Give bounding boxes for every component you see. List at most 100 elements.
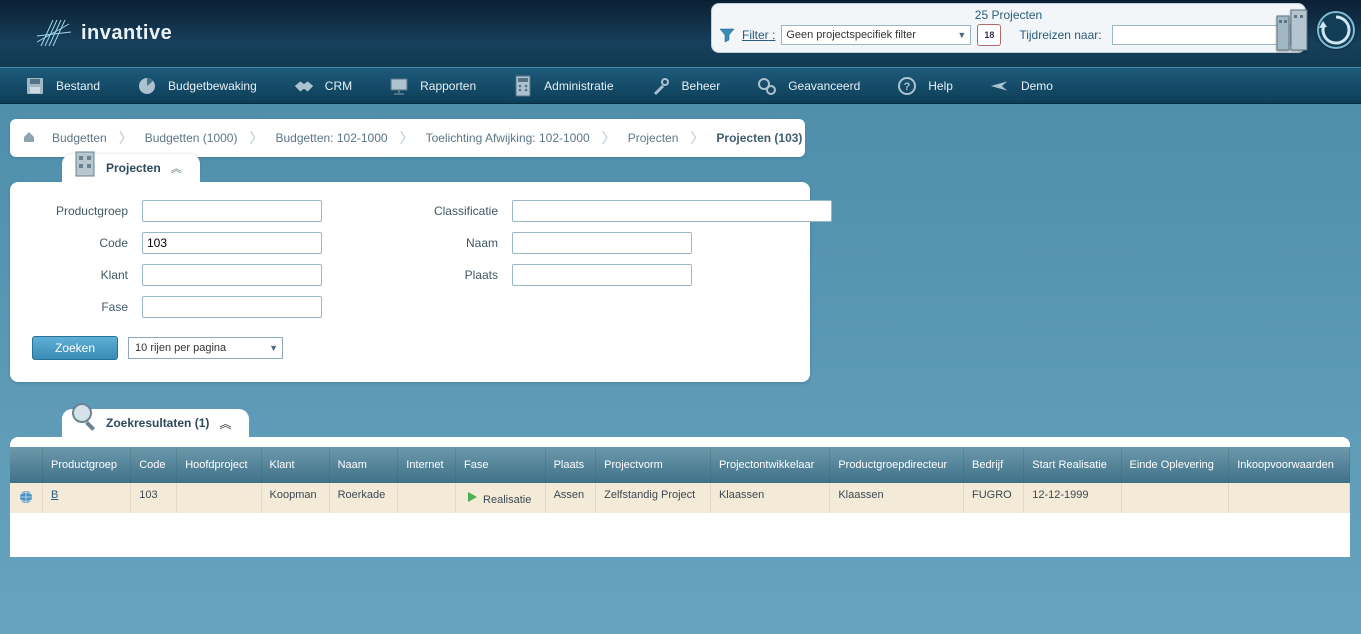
logo-text: invantive: [81, 22, 172, 45]
presentation-icon: [388, 75, 410, 97]
input-naam[interactable]: [512, 232, 692, 254]
chevron-right-icon: 〉: [117, 128, 135, 148]
results-table: Productgroep Code Hoofdproject Klant Naa…: [10, 447, 1350, 513]
nav-beheer[interactable]: Beheer: [632, 68, 739, 103]
main-nav: Bestand Budgetbewaking CRM Rapporten Adm…: [0, 67, 1361, 104]
play-icon: [464, 489, 480, 505]
cell-start-realisatie: 12-12-1999: [1024, 483, 1121, 513]
col-hoofdproject[interactable]: Hoofdproject: [177, 447, 261, 483]
save-icon: [24, 75, 46, 97]
table-row[interactable]: B 103 Koopman Roerkade Realisatie Assen …: [10, 483, 1350, 513]
filter-box: 25 Projecten Filter : Geen projectspecif…: [711, 3, 1306, 53]
nav-administratie[interactable]: Administratie: [494, 68, 631, 103]
col-internet[interactable]: Internet: [398, 447, 456, 483]
help-icon: ?: [896, 75, 918, 97]
nav-bestand[interactable]: Bestand: [6, 68, 118, 103]
input-productgroep[interactable]: [142, 200, 322, 222]
calculator-icon: [512, 75, 534, 97]
refresh-icon[interactable]: [1315, 9, 1357, 51]
label-classificatie: Classificatie: [402, 204, 512, 218]
chevron-down-icon: ▼: [957, 30, 966, 40]
label-fase: Fase: [32, 300, 142, 314]
input-plaats[interactable]: [512, 264, 692, 286]
chevron-right-icon: 〉: [398, 128, 416, 148]
label-code: Code: [32, 236, 142, 250]
handshake-icon: [293, 75, 315, 97]
magnifier-icon: [68, 399, 100, 435]
nav-demo[interactable]: Demo: [971, 68, 1071, 103]
label-productgroep: Productgroep: [32, 204, 142, 218]
chevron-down-icon: ▼: [269, 343, 278, 353]
col-plaats[interactable]: Plaats: [545, 447, 596, 483]
search-panel: Projecten ︽ Productgroep Classificatie C…: [10, 182, 810, 382]
crumb-5: Projecten (103): [706, 119, 812, 157]
nav-crm[interactable]: CRM: [275, 68, 370, 103]
funnel-icon: [718, 26, 736, 44]
cell-productgroepdirecteur: Klaassen: [830, 483, 964, 513]
filter-link[interactable]: Filter :: [742, 28, 775, 42]
nav-geavanceerd[interactable]: Geavanceerd: [738, 68, 878, 103]
budget-icon: [136, 75, 158, 97]
globe-icon[interactable]: [18, 489, 34, 505]
buildings-icon: [1275, 6, 1311, 54]
col-code[interactable]: Code: [131, 447, 177, 483]
gears-icon: [756, 75, 778, 97]
crumb-1[interactable]: Budgetten (1000): [135, 119, 248, 157]
col-productgroep[interactable]: Productgroep: [43, 447, 131, 483]
logo-icon: [35, 14, 77, 54]
cell-naam: Roerkade: [329, 483, 398, 513]
col-fase[interactable]: Fase: [455, 447, 545, 483]
cell-projectvorm: Zelfstandig Project: [596, 483, 711, 513]
input-klant[interactable]: [142, 264, 322, 286]
chevron-right-icon: 〉: [688, 128, 706, 148]
col-projectvorm[interactable]: Projectvorm: [596, 447, 711, 483]
collapse-icon[interactable]: ︽: [219, 415, 231, 432]
col-icon[interactable]: [10, 447, 43, 483]
crumb-3[interactable]: Toelichting Afwijking: 102-1000: [416, 119, 600, 157]
col-inkoopvoorwaarden[interactable]: Inkoopvoorwaarden: [1229, 447, 1350, 483]
calendar-icon[interactable]: 18: [977, 24, 1001, 46]
label-plaats: Plaats: [402, 268, 512, 282]
search-button[interactable]: Zoeken: [32, 336, 118, 360]
search-panel-tab: Projecten ︽: [62, 154, 200, 182]
top-right-controls: [1275, 6, 1357, 54]
nav-budgetbewaking[interactable]: Budgetbewaking: [118, 68, 275, 103]
results-panel-title: Zoekresultaten (1): [106, 416, 209, 430]
input-fase[interactable]: [142, 296, 322, 318]
chevron-right-icon: 〉: [247, 128, 265, 148]
col-productgroepdirecteur[interactable]: Productgroepdirecteur: [830, 447, 964, 483]
filter-select[interactable]: Geen projectspecifiek filter▼: [781, 25, 971, 45]
plane-icon: [989, 75, 1011, 97]
cell-projectontwikkelaar: Klaassen: [710, 483, 829, 513]
app-header: invantive 25 Projecten Filter : Geen pro…: [0, 0, 1361, 67]
tools-icon: [650, 75, 672, 97]
collapse-icon[interactable]: ︽: [171, 160, 182, 176]
results-panel: Zoekresultaten (1) ︽ Productgroep Code H…: [10, 437, 1350, 557]
nav-help[interactable]: ? Help: [878, 68, 971, 103]
nav-rapporten[interactable]: Rapporten: [370, 68, 494, 103]
rows-per-page-select[interactable]: 10 rijen per pagina▼: [128, 337, 283, 359]
logo: invantive: [35, 14, 172, 54]
input-code[interactable]: [142, 232, 322, 254]
col-projectontwikkelaar[interactable]: Projectontwikkelaar: [710, 447, 829, 483]
crumb-4[interactable]: Projecten: [618, 119, 689, 157]
building-icon: [70, 144, 100, 180]
col-einde-oplevering[interactable]: Einde Oplevering: [1121, 447, 1229, 483]
cell-code: 103: [131, 483, 177, 513]
crumb-2[interactable]: Budgetten: 102-1000: [265, 119, 397, 157]
chevron-right-icon: 〉: [600, 128, 618, 148]
col-klant[interactable]: Klant: [261, 447, 329, 483]
col-bedrijf[interactable]: Bedrijf: [963, 447, 1023, 483]
results-panel-tab: Zoekresultaten (1) ︽: [62, 409, 249, 437]
home-icon: [22, 130, 36, 147]
cell-klant: Koopman: [261, 483, 329, 513]
col-naam[interactable]: Naam: [329, 447, 398, 483]
cell-productgroep[interactable]: B: [51, 489, 58, 501]
input-classificatie[interactable]: [512, 200, 832, 222]
col-start-realisatie[interactable]: Start Realisatie: [1024, 447, 1121, 483]
cell-bedrijf: FUGRO: [963, 483, 1023, 513]
cell-einde-oplevering: [1121, 483, 1229, 513]
search-panel-title: Projecten: [106, 161, 161, 175]
time-travel-input[interactable]: [1112, 25, 1291, 45]
time-travel-label: Tijdreizen naar:: [1019, 28, 1101, 42]
